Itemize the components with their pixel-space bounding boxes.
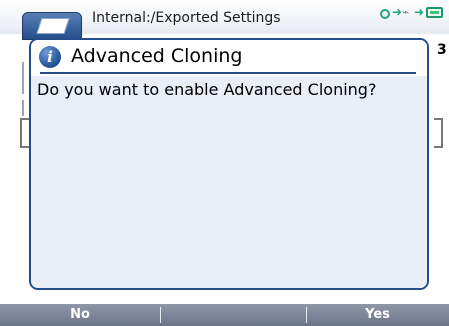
settings-folder-icon: [22, 12, 82, 40]
background-field-left: [20, 118, 29, 148]
dialog-divider: [40, 72, 416, 74]
dialog-message: Do you want to enable Advanced Cloning?: [37, 80, 377, 99]
window-title: Internal:/Exported Settings: [92, 10, 281, 26]
sheet-icon: [36, 18, 70, 34]
background-line: [22, 100, 24, 116]
screen: Internal:/Exported Settings ➜ ⌁ ➜ 3 i Ad…: [0, 0, 449, 326]
transfer-icon: ➜: [414, 5, 425, 19]
background-line: [22, 62, 24, 94]
title-bar: Internal:/Exported Settings ➜ ⌁ ➜: [0, 0, 449, 40]
background-value: 3: [437, 42, 447, 58]
dialog-header: i Advanced Cloning: [31, 40, 427, 74]
no-button[interactable]: No: [0, 304, 160, 326]
background-field-right: [434, 118, 443, 148]
softkey-bar: No Yes: [0, 304, 449, 326]
arrow-right-icon: ➜: [392, 5, 403, 19]
softkey-divider: [160, 307, 161, 323]
info-icon: i: [39, 46, 61, 68]
status-icons: ➜ ⌁ ➜: [380, 4, 446, 22]
battery-icon: [426, 7, 443, 18]
network-icon: [380, 9, 390, 19]
dialog-body: Do you want to enable Advanced Cloning?: [31, 76, 427, 288]
advanced-cloning-dialog: i Advanced Cloning Do you want to enable…: [29, 38, 429, 290]
usb-icon: ⌁: [402, 5, 410, 19]
dialog-title: Advanced Cloning: [71, 45, 243, 67]
yes-button[interactable]: Yes: [306, 304, 449, 326]
